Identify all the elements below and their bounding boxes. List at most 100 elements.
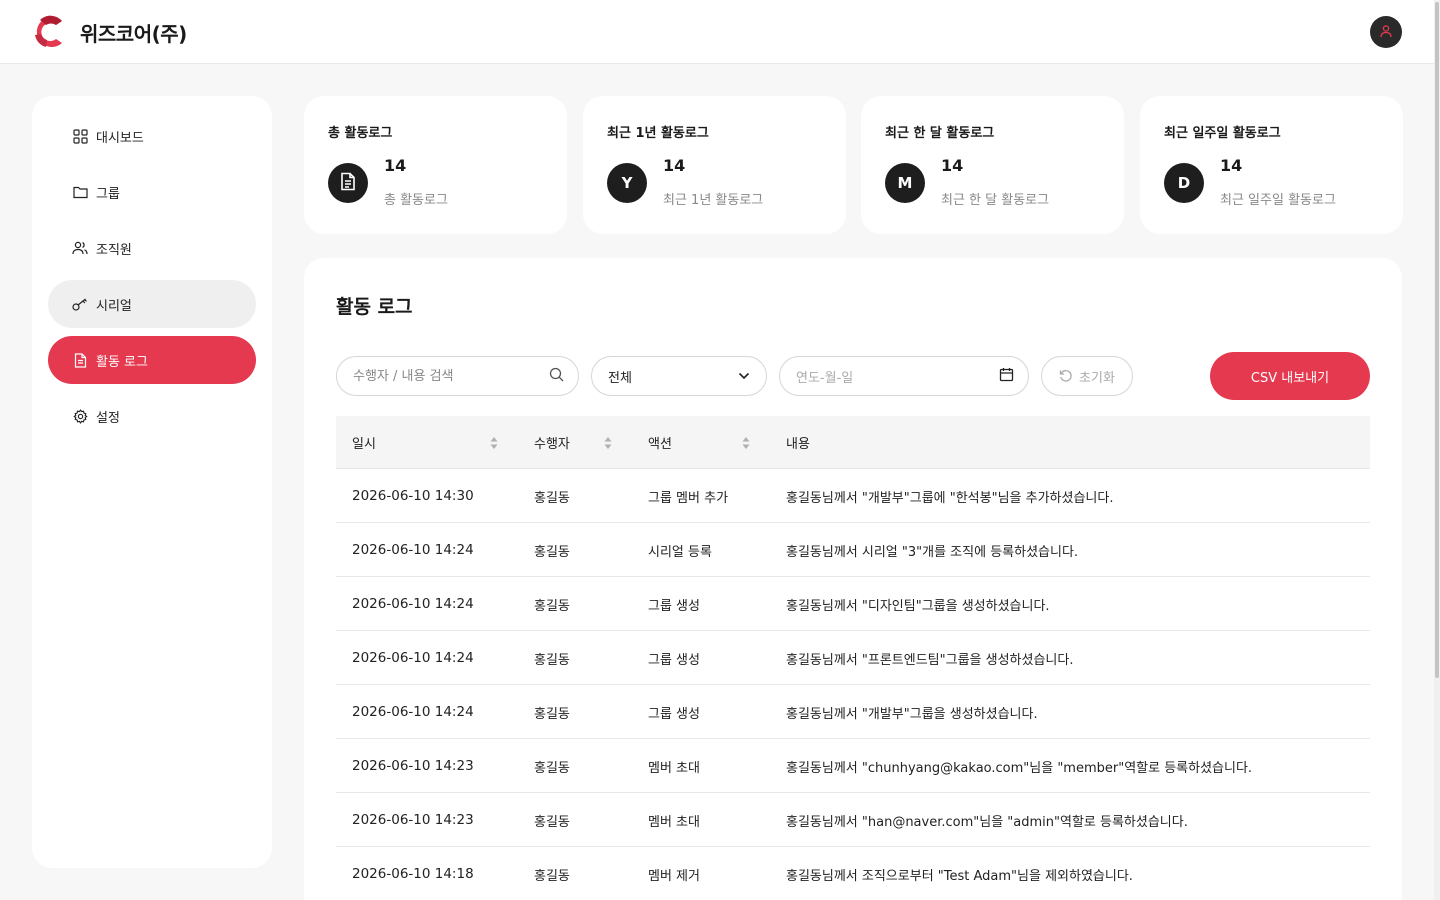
- cell-action: 멤버 제거: [648, 868, 700, 884]
- sidebar-item-activity-log[interactable]: 활동 로그: [48, 336, 256, 384]
- reset-button[interactable]: 초기화: [1041, 356, 1133, 396]
- cell-content: 홍길동님께서 "디자인팀"그룹을 생성하셨습니다.: [786, 598, 1050, 614]
- search-icon[interactable]: [549, 367, 564, 386]
- cell-date: 2026-06-10 14:24: [352, 650, 474, 666]
- cell-date: 2026-06-10 14:24: [352, 704, 474, 720]
- reset-label: 초기화: [1079, 370, 1115, 386]
- stat-card-title: 최근 1년 활동로그: [607, 126, 709, 141]
- cell-action: 멤버 초대: [648, 760, 700, 776]
- sidebar-item-dashboard[interactable]: 대시보드: [48, 112, 256, 160]
- filter-value: 전체: [608, 370, 632, 386]
- stat-value: 14: [663, 156, 686, 175]
- key-icon: [72, 296, 88, 312]
- column-header-content: 내용: [786, 437, 810, 452]
- cell-action: 그룹 생성: [648, 598, 700, 614]
- stat-card-month: 최근 한 달 활동로그 M 14 최근 한 달 활동로그: [861, 96, 1124, 234]
- cell-actor: 홍길동: [534, 652, 570, 668]
- sidebar-item-label: 조직원: [96, 242, 132, 258]
- column-header-action[interactable]: 액션: [648, 416, 672, 469]
- calendar-icon[interactable]: [999, 367, 1014, 386]
- csv-export-button[interactable]: CSV 내보내기: [1210, 352, 1370, 400]
- cell-actor: 홍길동: [534, 814, 570, 830]
- stat-subtitle: 최근 일주일 활동로그: [1220, 193, 1336, 208]
- search-input[interactable]: [353, 368, 549, 384]
- table-row[interactable]: 2026-06-10 14:18 홍길동 멤버 제거 홍길동님께서 조직으로부터…: [336, 847, 1370, 900]
- action-filter-select[interactable]: 전체: [591, 356, 767, 396]
- stat-value: 14: [941, 156, 964, 175]
- cell-actor: 홍길동: [534, 544, 570, 560]
- sidebar: 대시보드 그룹 조직원 시리얼 활동 로그 설정: [32, 96, 272, 868]
- csv-export-label: CSV 내보내기: [1250, 370, 1330, 386]
- stat-card-title: 총 활동로그: [328, 126, 393, 141]
- stat-subtitle: 최근 1년 활동로그: [663, 193, 764, 208]
- sidebar-item-label: 설정: [96, 410, 120, 426]
- page-scrollbar[interactable]: [1434, 0, 1440, 900]
- stat-badge: Y: [607, 163, 647, 203]
- table-row[interactable]: 2026-06-10 14:23 홍길동 멤버 초대 홍길동님께서 "han@n…: [336, 793, 1370, 847]
- refresh-icon: [1059, 369, 1073, 383]
- sidebar-item-serial[interactable]: 시리얼: [48, 280, 256, 328]
- stat-card-title: 최근 일주일 활동로그: [1164, 126, 1281, 141]
- cell-actor: 홍길동: [534, 760, 570, 776]
- sort-icon[interactable]: [490, 436, 498, 450]
- table-row[interactable]: 2026-06-10 14:24 홍길동 그룹 생성 홍길동님께서 "프론트엔드…: [336, 631, 1370, 685]
- document-icon: [340, 172, 356, 195]
- column-header-actor[interactable]: 수행자: [534, 416, 570, 469]
- sidebar-item-groups[interactable]: 그룹: [48, 168, 256, 216]
- users-icon: [72, 240, 88, 256]
- table-header: 일시 수행자 액션 내용: [336, 416, 1370, 469]
- stat-value: 14: [1220, 156, 1243, 175]
- sidebar-item-label: 시리얼: [96, 298, 132, 314]
- cell-date: 2026-06-10 14:23: [352, 758, 474, 774]
- cell-actor: 홍길동: [534, 868, 570, 884]
- cell-content: 홍길동님께서 "개발부"그룹에 "한석봉"님을 추가하셨습니다.: [786, 490, 1114, 506]
- cell-content: 홍길동님께서 "개발부"그룹을 생성하셨습니다.: [786, 706, 1038, 722]
- gear-icon: [72, 408, 88, 424]
- column-header-date[interactable]: 일시: [352, 416, 376, 469]
- cell-actor: 홍길동: [534, 598, 570, 614]
- cell-date: 2026-06-10 14:24: [352, 542, 474, 558]
- cell-content: 홍길동님께서 "han@naver.com"님을 "admin"역할로 등록하셨…: [786, 814, 1188, 830]
- sort-icon[interactable]: [604, 436, 612, 450]
- table-row[interactable]: 2026-06-10 14:24 홍길동 그룹 생성 홍길동님께서 "개발부"그…: [336, 685, 1370, 739]
- cell-action: 그룹 생성: [648, 652, 700, 668]
- sidebar-item-settings[interactable]: 설정: [48, 392, 256, 440]
- table-row[interactable]: 2026-06-10 14:24 홍길동 시리얼 등록 홍길동님께서 시리얼 "…: [336, 523, 1370, 577]
- chevron-down-icon: [738, 369, 750, 384]
- page-title: 활동 로그: [336, 296, 413, 318]
- cell-content: 홍길동님께서 시리얼 "3"개를 조직에 등록하셨습니다.: [786, 544, 1079, 560]
- activity-log-panel: 활동 로그 전체 연도-월-일 초기화: [304, 258, 1402, 900]
- cell-content: 홍길동님께서 조직으로부터 "Test Adam"님을 제외하였습니다.: [786, 868, 1133, 884]
- scrollbar-thumb[interactable]: [1435, 2, 1439, 678]
- date-picker[interactable]: 연도-월-일: [779, 356, 1029, 396]
- company-logo-icon[interactable]: [32, 15, 64, 49]
- cell-content: 홍길동님께서 "프론트엔드팀"그룹을 생성하셨습니다.: [786, 652, 1074, 668]
- cell-action: 시리얼 등록: [648, 544, 712, 560]
- search-box[interactable]: [336, 356, 579, 396]
- stat-card-title: 최근 한 달 활동로그: [885, 126, 995, 141]
- sidebar-item-label: 대시보드: [96, 130, 144, 146]
- cell-action: 그룹 생성: [648, 706, 700, 722]
- user-avatar[interactable]: [1370, 16, 1402, 48]
- sidebar-item-members[interactable]: 조직원: [48, 224, 256, 272]
- activity-log-table: 일시 수행자 액션 내용 2026-06-10 14:30 홍길동 그룹 멤버 …: [336, 416, 1370, 900]
- stat-value: 14: [384, 156, 407, 175]
- sort-icon[interactable]: [742, 436, 750, 450]
- cell-date: 2026-06-10 14:24: [352, 596, 474, 612]
- sidebar-item-label: 그룹: [96, 186, 120, 202]
- table-row[interactable]: 2026-06-10 14:24 홍길동 그룹 생성 홍길동님께서 "디자인팀"…: [336, 577, 1370, 631]
- sidebar-item-label: 활동 로그: [96, 354, 148, 370]
- stat-card-total: 총 활동로그 14 총 활동로그: [304, 96, 567, 234]
- cell-action: 그룹 멤버 추가: [648, 490, 729, 506]
- table-row[interactable]: 2026-06-10 14:23 홍길동 멤버 초대 홍길동님께서 "chunh…: [336, 739, 1370, 793]
- cell-date: 2026-06-10 14:30: [352, 488, 474, 504]
- cell-date: 2026-06-10 14:23: [352, 812, 474, 828]
- stat-badge: [328, 163, 368, 203]
- user-icon: [1379, 23, 1393, 42]
- stat-card-week: 최근 일주일 활동로그 D 14 최근 일주일 활동로그: [1140, 96, 1403, 234]
- document-icon: [72, 352, 88, 368]
- stat-badge: M: [885, 163, 925, 203]
- table-row[interactable]: 2026-06-10 14:30 홍길동 그룹 멤버 추가 홍길동님께서 "개발…: [336, 469, 1370, 523]
- cell-actor: 홍길동: [534, 490, 570, 506]
- dashboard-icon: [72, 128, 88, 144]
